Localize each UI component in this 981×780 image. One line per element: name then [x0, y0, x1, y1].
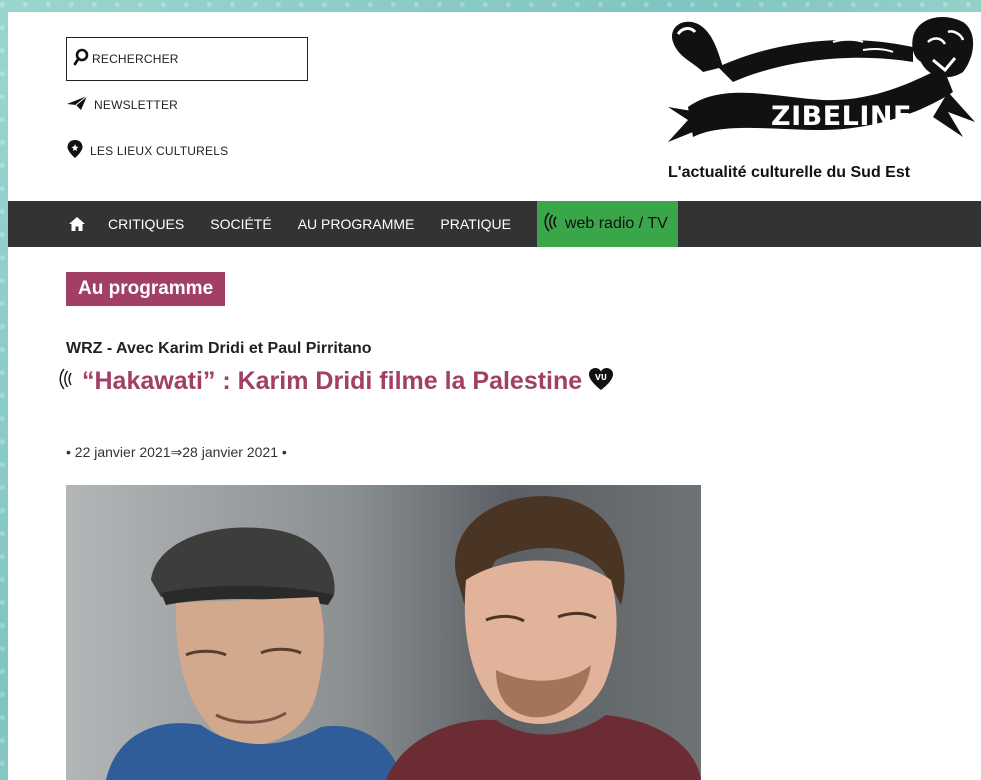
cultural-places-label: LES LIEUX CULTURELS	[90, 143, 229, 158]
nav-item-critiques[interactable]: CRITIQUES	[108, 216, 184, 232]
main-nav: CRITIQUES SOCIÉTÉ AU PROGRAMME PRATIQUE …	[8, 201, 981, 247]
search-icon	[73, 48, 89, 71]
heart-vu-icon: VU	[588, 367, 614, 396]
section-tag[interactable]: Au programme	[66, 272, 226, 306]
nav-item-societe[interactable]: SOCIÉTÉ	[210, 216, 271, 232]
article-title-row: “Hakawati” : Karim Dridi filme la Palest…	[58, 367, 614, 396]
svg-text:VU: VU	[595, 373, 607, 382]
article-dates: • 22 janvier 2021⇒28 janvier 2021 •	[66, 444, 287, 460]
search-label: RECHERCHER	[92, 52, 179, 66]
article-title: “Hakawati” : Karim Dridi filme la Palest…	[82, 367, 583, 395]
cultural-places-link[interactable]: LES LIEUX CULTURELS	[66, 139, 228, 162]
tagline: L'actualité culturelle du Sud Est	[668, 164, 911, 181]
logo-text: ZIBELINE	[771, 101, 912, 132]
radio-waves-icon	[543, 211, 559, 238]
home-icon[interactable]	[68, 214, 88, 234]
newsletter-label: NEWSLETTER	[94, 97, 179, 112]
map-pin-icon	[66, 139, 90, 162]
radio-waves-icon	[58, 367, 74, 396]
article-kicker: WRZ - Avec Karim Dridi et Paul Pirritano	[66, 340, 372, 357]
nav-item-pratique[interactable]: PRATIQUE	[440, 216, 511, 232]
newsletter-link[interactable]: NEWSLETTER	[66, 95, 178, 114]
web-radio-label: web radio / TV	[564, 215, 668, 232]
nav-item-web-radio[interactable]: web radio / TV	[536, 201, 678, 247]
page: RECHERCHER NEWSLETTER LES LIEUX CULTUREL…	[8, 12, 981, 780]
paper-plane-icon	[66, 95, 94, 114]
article-photo[interactable]	[66, 485, 701, 780]
nav-item-au-programme[interactable]: AU PROGRAMME	[298, 216, 415, 232]
search-box[interactable]: RECHERCHER	[66, 37, 308, 81]
